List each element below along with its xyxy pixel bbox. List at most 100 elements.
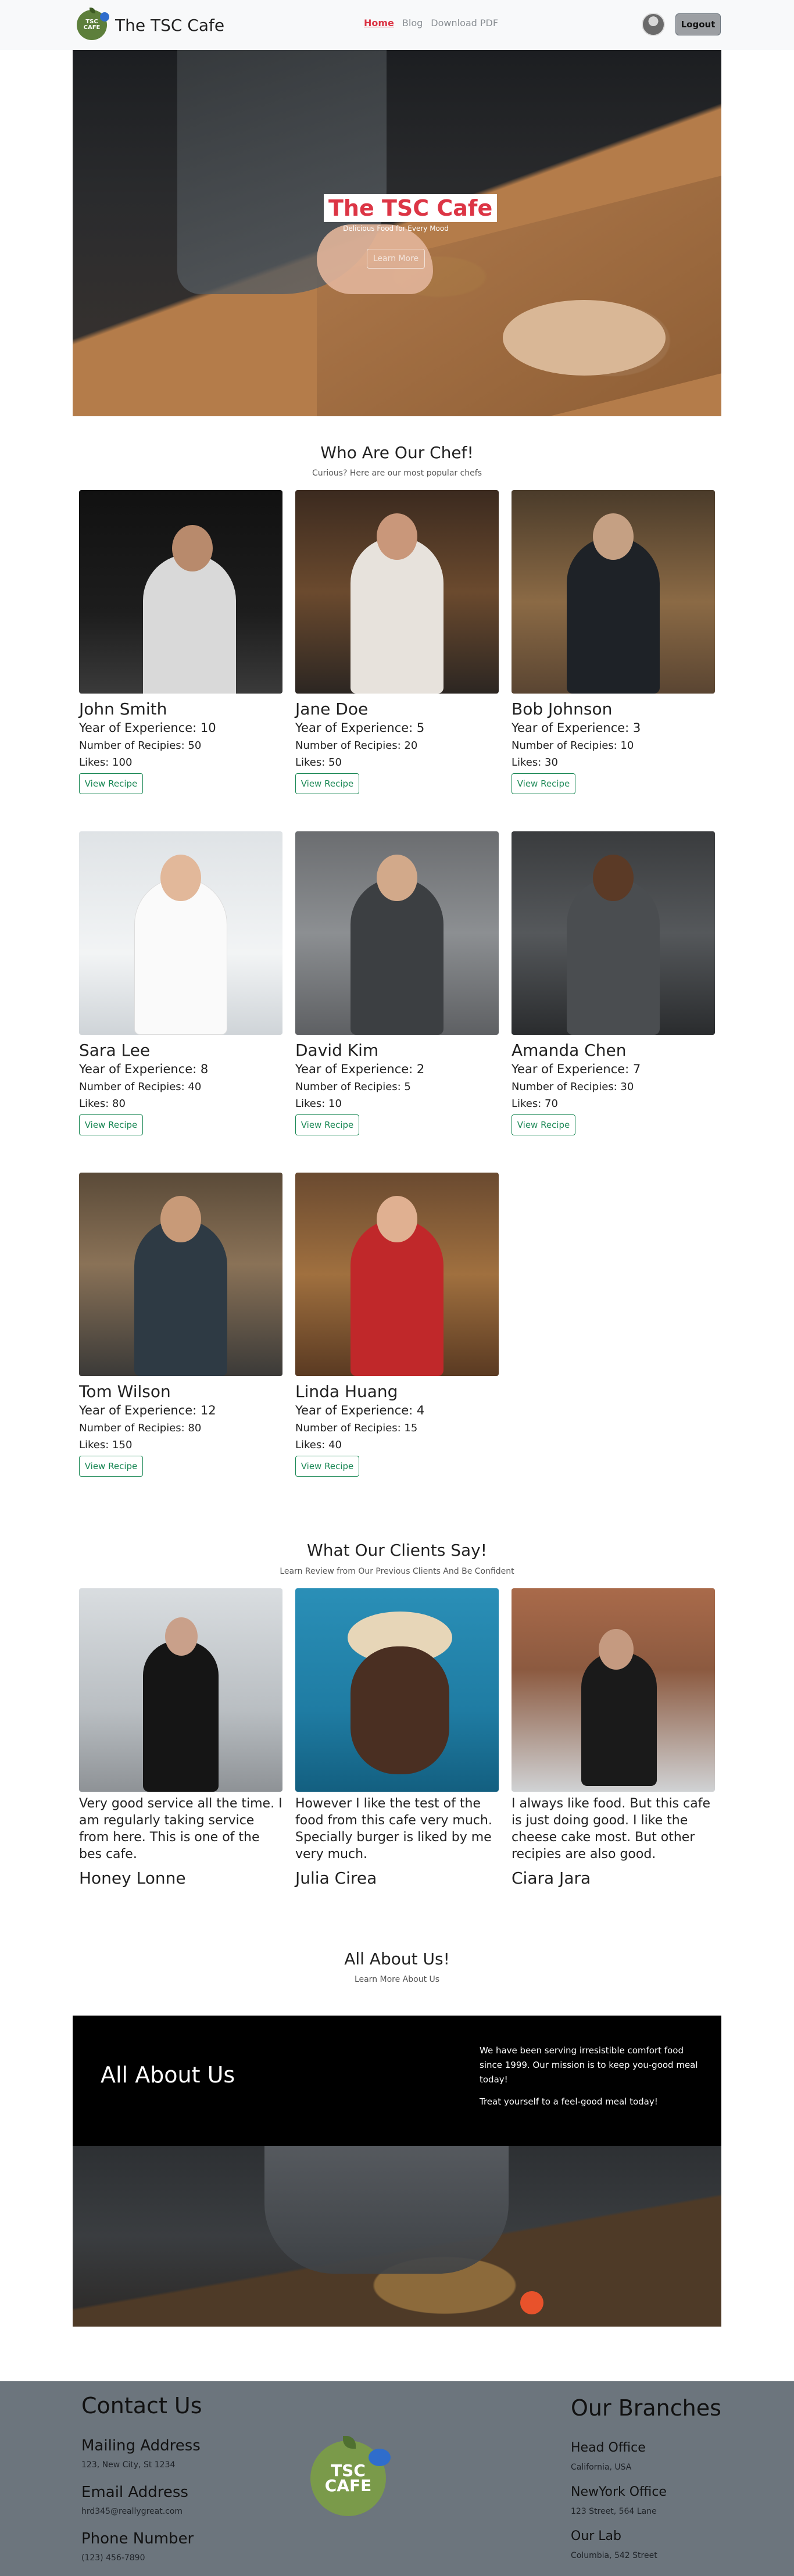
chef-recipes: Number of Recipies: 15 (295, 1422, 418, 1434)
view-recipe-button[interactable]: View Recipe (79, 1114, 143, 1135)
chef-name: Linda Huang (295, 1382, 398, 1401)
client-review: However I like the test of the food from… (295, 1796, 492, 1862)
chef-name: Jane Doe (295, 699, 369, 719)
chef-card: John Smith Year of Experience: 10 Number… (79, 490, 282, 794)
clients-section-subtitle: Learn Review from Our Previous Clients A… (280, 1567, 514, 1576)
client-photo (79, 1588, 282, 1792)
client-card: I always like food. But this cafe is jus… (512, 1588, 715, 1888)
chef-likes: Likes: 40 (295, 1439, 342, 1451)
chef-name: Sara Lee (79, 1041, 151, 1060)
client-name: Julia Cirea (295, 1868, 377, 1888)
tsc-cafe-logo-icon: TSC CAFE (310, 2436, 391, 2516)
hero-bun (503, 300, 666, 376)
chef-likes: Likes: 150 (79, 1439, 133, 1451)
about-heading: All About Us (101, 2062, 235, 2088)
chef-experience: Year of Experience: 12 (79, 1403, 216, 1417)
nav-link-blog[interactable]: Blog (402, 17, 423, 28)
about-section-title: All About Us! (344, 1949, 450, 1968)
nav-links: Home Blog Download PDF (364, 17, 498, 28)
view-recipe-button[interactable]: View Recipe (295, 1456, 359, 1477)
chef-likes: Likes: 100 (79, 756, 133, 769)
about-paragraph: Treat yourself to a feel-good meal today… (480, 2096, 658, 2107)
chef-card: Sara Lee Year of Experience: 8 Number of… (79, 831, 282, 1135)
contact-value[interactable]: hrd345@reallygreat.com (81, 2507, 183, 2516)
chef-card: Bob Johnson Year of Experience: 3 Number… (512, 490, 715, 794)
client-review: I always like food. But this cafe is jus… (512, 1796, 710, 1862)
chef-experience: Year of Experience: 7 (512, 1062, 641, 1076)
chef-name: David Kim (295, 1041, 379, 1060)
client-card: However I like the test of the food from… (295, 1588, 499, 1888)
view-recipe-button[interactable]: View Recipe (79, 773, 143, 794)
view-recipe-button[interactable]: View Recipe (512, 773, 575, 794)
contact-label: Mailing Address (81, 2437, 201, 2454)
client-review: Very good service all the time. I am reg… (79, 1796, 282, 1862)
chef-photo (512, 490, 715, 694)
logout-button[interactable]: Logout (675, 13, 721, 35)
learn-more-button[interactable]: Learn More (367, 249, 425, 269)
chefs-section-title: Who Are Our Chef! (320, 443, 474, 462)
hero-subtitle: Delicious Food for Every Mood (343, 224, 449, 233)
branch-label: Our Lab (571, 2529, 622, 2543)
brand[interactable]: TSC CAFE The TSC Cafe (77, 8, 224, 41)
chef-experience: Year of Experience: 4 (295, 1403, 425, 1417)
user-avatar-icon[interactable] (642, 13, 665, 36)
view-recipe-button[interactable]: View Recipe (295, 1114, 359, 1135)
chef-recipes: Number of Recipies: 50 (79, 739, 202, 752)
chef-recipes: Number of Recipies: 5 (295, 1081, 411, 1093)
chef-photo (79, 831, 282, 1035)
contact-label: Email Address (81, 2484, 188, 2501)
chef-experience: Year of Experience: 8 (79, 1062, 209, 1076)
chef-card: David Kim Year of Experience: 2 Number o… (295, 831, 499, 1135)
chef-card: Tom Wilson Year of Experience: 12 Number… (79, 1173, 282, 1477)
chef-experience: Year of Experience: 2 (295, 1062, 425, 1076)
about-block: All About Us We have been serving irresi… (73, 2016, 721, 2327)
chef-recipes: Number of Recipies: 30 (512, 1081, 634, 1093)
nav-right: Logout (642, 13, 721, 36)
chef-card: Amanda Chen Year of Experience: 7 Number… (512, 831, 715, 1135)
contact-value: 123, New City, St 1234 (81, 2460, 176, 2470)
contact-label: Phone Number (81, 2530, 194, 2548)
chef-photo (295, 490, 499, 694)
view-recipe-button[interactable]: View Recipe (295, 773, 359, 794)
branch-label: NewYork Office (571, 2485, 667, 2499)
navbar: TSC CAFE The TSC Cafe Home Blog Download… (0, 0, 794, 50)
chef-name: Bob Johnson (512, 699, 613, 719)
client-photo (512, 1588, 715, 1792)
contact-title: Contact Us (81, 2393, 202, 2418)
clients-section-title: What Our Clients Say! (307, 1541, 487, 1560)
chefs-section-subtitle: Curious? Here are our most popular chefs (312, 469, 482, 478)
branch-value: Columbia, 542 Street (571, 2551, 657, 2560)
chef-recipes: Number of Recipies: 10 (512, 739, 634, 752)
contact-value[interactable]: (123) 456-7890 (81, 2553, 145, 2563)
about-section-subtitle: Learn More About Us (354, 1975, 440, 1984)
chef-photo (295, 1173, 499, 1376)
chef-card: Linda Huang Year of Experience: 4 Number… (295, 1173, 499, 1477)
branch-value: California, USA (571, 2463, 632, 2472)
chef-photo (79, 490, 282, 694)
chef-photo (79, 1173, 282, 1376)
view-recipe-button[interactable]: View Recipe (79, 1456, 143, 1477)
chef-likes: Likes: 10 (295, 1098, 342, 1110)
chef-name: Amanda Chen (512, 1041, 627, 1060)
chef-experience: Year of Experience: 5 (295, 721, 425, 735)
about-paragraph: We have been serving irresistible comfor… (480, 2045, 698, 2085)
branch-value: 123 Street, 564 Lane (571, 2507, 657, 2516)
chef-likes: Likes: 80 (79, 1098, 126, 1110)
hero-banner: The TSC Cafe Delicious Food for Every Mo… (73, 50, 721, 416)
branches-title: Our Branches (571, 2395, 721, 2421)
nav-link-home[interactable]: Home (364, 17, 394, 28)
hero-title: The TSC Cafe (324, 194, 498, 222)
view-recipe-button[interactable]: View Recipe (512, 1114, 575, 1135)
chef-likes: Likes: 50 (295, 756, 342, 769)
chef-recipes: Number of Recipies: 20 (295, 739, 418, 752)
nav-link-download-pdf[interactable]: Download PDF (431, 17, 498, 28)
chef-likes: Likes: 70 (512, 1098, 558, 1110)
client-name: Honey Lonne (79, 1868, 186, 1888)
chef-photo (295, 831, 499, 1035)
chef-name: John Smith (79, 699, 167, 719)
chef-photo (512, 831, 715, 1035)
brand-name[interactable]: The TSC Cafe (115, 16, 224, 35)
chef-name: Tom Wilson (79, 1382, 171, 1401)
branch-label: Head Office (571, 2441, 646, 2455)
footer: Contact Us Mailing Address 123, New City… (0, 2381, 794, 2576)
